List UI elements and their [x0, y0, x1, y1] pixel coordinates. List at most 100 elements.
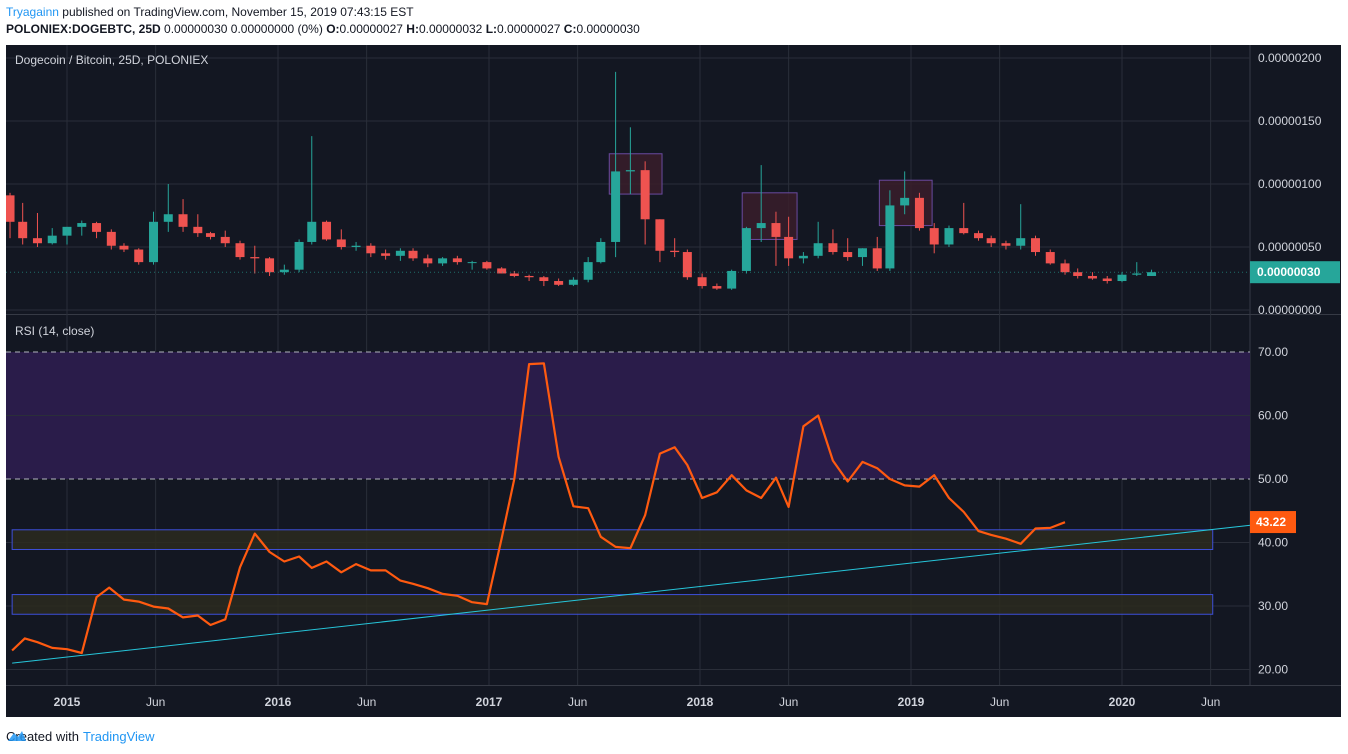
time-tick-label: Jun — [1201, 695, 1220, 709]
candle-body — [655, 219, 665, 251]
candle-body — [452, 258, 462, 263]
candle-body — [828, 243, 838, 253]
candle-body — [6, 195, 15, 222]
time-tick-label: Jun — [779, 695, 798, 709]
candle-body — [438, 258, 448, 264]
close-label: C: — [563, 22, 577, 36]
rsi-tick-label: 40.00 — [1258, 536, 1288, 550]
tradingview-logo-icon — [8, 731, 26, 741]
candle-body — [568, 279, 578, 285]
candle-body — [235, 243, 245, 258]
candle-body — [279, 269, 289, 273]
candle-body — [640, 170, 650, 220]
price-tick-label: 0.00000000 — [1258, 303, 1322, 317]
tradingview-brand[interactable]: TradingView — [83, 729, 155, 744]
candle-body — [178, 214, 188, 227]
candle-body — [1030, 238, 1040, 253]
rsi-tick-label: 30.00 — [1258, 599, 1288, 613]
candle-body — [77, 223, 87, 227]
time-tick-label: Jun — [146, 695, 165, 709]
open-value: 0.00000027 — [339, 22, 403, 36]
rsi-tick-label: 70.00 — [1258, 345, 1288, 359]
candle-body — [682, 252, 692, 278]
candle-body — [872, 248, 882, 269]
rsi-last-value-label: 43.22 — [1256, 515, 1286, 529]
candle-body — [697, 277, 707, 287]
candle-body — [509, 273, 519, 276]
candle-body — [539, 277, 549, 282]
candle-body — [62, 226, 72, 236]
rsi-title: RSI (14, close) — [15, 324, 94, 338]
time-tick-label: Jun — [357, 695, 376, 709]
candle-body — [784, 236, 794, 259]
candle-body — [1117, 274, 1127, 282]
candle-body — [727, 270, 737, 289]
candle-body — [322, 221, 332, 240]
candle-body — [106, 231, 116, 246]
footer: Created with TradingView — [6, 729, 155, 744]
chart-area[interactable]: 0.00000200 0.00000150 0.00000100 0.00000050… — [6, 45, 1341, 717]
candle-body — [929, 228, 939, 245]
candle-body — [756, 223, 766, 229]
author-link[interactable]: Tryagainn — [6, 5, 59, 19]
candle-body — [32, 238, 42, 244]
candle-body — [974, 233, 984, 239]
candle-body — [771, 223, 781, 237]
candle-body — [813, 243, 823, 256]
publish-info: Tryagainn published on TradingView.com, … — [6, 5, 414, 19]
candle-body — [1016, 238, 1026, 246]
candle-body — [712, 286, 722, 289]
candle-body — [47, 235, 57, 244]
time-tick-label: 2015 — [54, 695, 81, 709]
candle-body — [294, 241, 304, 270]
candle-body — [1045, 252, 1055, 264]
candle-body — [670, 250, 680, 253]
candle-body — [798, 255, 808, 259]
price-tick-label: 0.00000150 — [1258, 114, 1322, 128]
candle-body — [307, 221, 317, 242]
candle-body — [205, 233, 215, 237]
candle-body — [944, 228, 954, 245]
candle-body — [92, 223, 102, 232]
symbol-label: POLONIEX:DOGEBTC, 25D — [6, 22, 161, 36]
candle-body — [423, 258, 433, 264]
open-label: O: — [326, 22, 340, 36]
candle-body — [1147, 272, 1157, 276]
high-value: 0.00000032 — [418, 22, 483, 36]
candle-body — [395, 250, 405, 256]
candle-body — [381, 253, 391, 256]
candle-body — [467, 262, 477, 264]
candle-body — [497, 268, 507, 274]
price-tick-label: 0.00000200 — [1258, 51, 1322, 65]
candle-body — [1132, 273, 1142, 275]
candle-body — [193, 226, 203, 234]
candle-body — [149, 221, 159, 263]
time-tick-label: Jun — [568, 695, 587, 709]
candle-body — [1060, 263, 1070, 273]
candle-body — [408, 250, 418, 259]
candle-body — [843, 252, 853, 258]
candle-body — [163, 214, 173, 222]
last-price-label: 0.00000030 — [1257, 265, 1321, 279]
rsi-tick-label: 50.00 — [1258, 472, 1288, 486]
price-tick-label: 0.00000100 — [1258, 177, 1322, 191]
time-tick-label: 2016 — [265, 695, 292, 709]
candle-body — [1001, 243, 1011, 246]
price-change: 0.00000030 0.00000000 (0%) — [164, 22, 323, 36]
candle-body — [220, 236, 230, 244]
low-value: 0.00000027 — [497, 22, 561, 36]
candle-body — [554, 281, 564, 285]
rsi-support-zone — [11, 594, 1214, 615]
candle-body — [1087, 275, 1097, 279]
chart-svg[interactable]: 0.00000200 0.00000150 0.00000100 0.00000050… — [6, 45, 1341, 717]
time-tick-label: 2019 — [898, 695, 925, 709]
candle-body — [336, 239, 346, 247]
price-chart-title: Dogecoin / Bitcoin, 25D, POLONIEX — [15, 53, 208, 67]
candle-body — [351, 245, 361, 247]
published-text: published on TradingView.com, November 1… — [62, 5, 414, 19]
close-value: 0.00000030 — [576, 22, 640, 36]
candle-body — [986, 238, 996, 244]
symbol-info: POLONIEX:DOGEBTC, 25D 0.00000030 0.00000… — [6, 22, 640, 36]
candle-body — [1102, 278, 1112, 282]
candle-body — [134, 249, 144, 263]
